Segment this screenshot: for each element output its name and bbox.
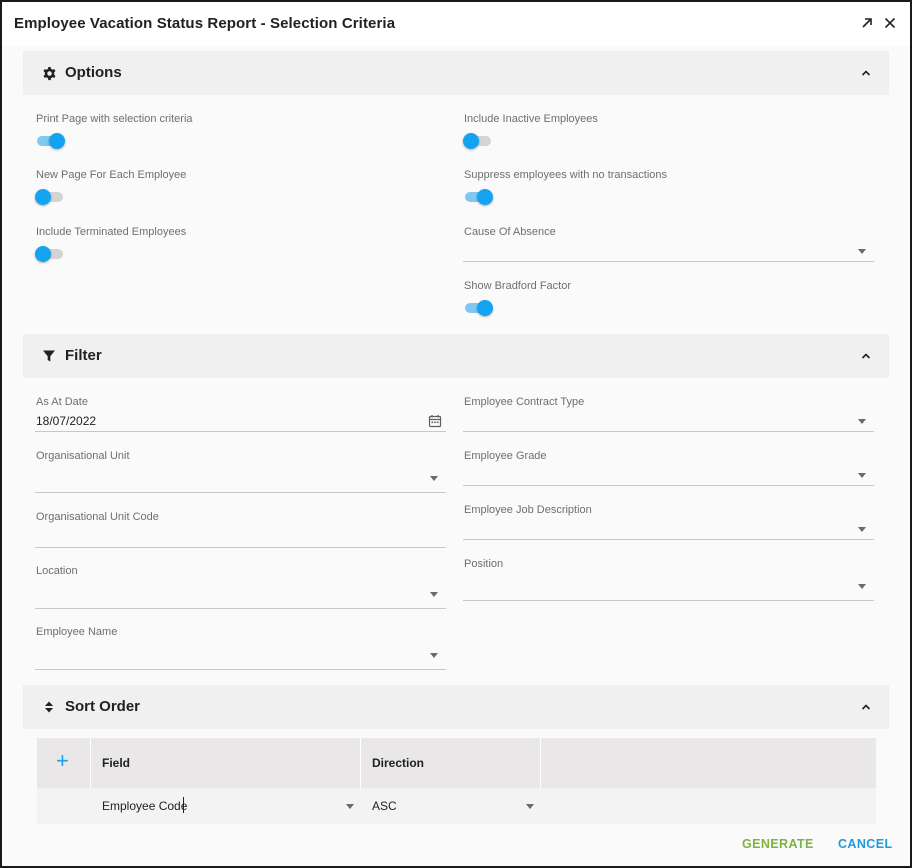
grade-label: Employee Grade (464, 450, 547, 462)
include-terminated-toggle[interactable] (35, 243, 65, 263)
close-icon[interactable] (880, 13, 900, 33)
sort-grid-header: + Field Direction (37, 738, 876, 788)
employee-name-label: Employee Name (36, 626, 118, 638)
dialog-title: Employee Vacation Status Report - Select… (14, 15, 396, 32)
direction-column-header[interactable]: Direction (372, 756, 424, 770)
filter-section-header[interactable]: Filter (23, 334, 889, 378)
include-inactive-toggle[interactable] (463, 130, 493, 150)
arrow-up-right-icon[interactable] (857, 13, 877, 33)
dialog-title-bar: Employee Vacation Status Report - Select… (2, 2, 910, 46)
new-page-label: New Page For Each Employee (36, 169, 187, 181)
gear-icon (41, 65, 57, 81)
print-page-label: Print Page with selection criteria (36, 113, 193, 125)
grade-dropdown-arrow[interactable] (858, 473, 866, 478)
new-page-toggle[interactable] (35, 186, 65, 206)
filter-icon (41, 348, 57, 364)
suppress-no-transactions-label: Suppress employees with no transactions (464, 169, 667, 181)
include-terminated-label: Include Terminated Employees (36, 226, 187, 238)
job-description-label: Employee Job Description (464, 504, 592, 516)
generate-button[interactable]: GENERATE (742, 837, 814, 851)
contract-type-select[interactable] (463, 431, 874, 432)
options-title: Options (65, 64, 122, 81)
print-page-toggle[interactable] (35, 130, 65, 150)
job-description-select[interactable] (463, 539, 874, 540)
position-label: Position (464, 558, 504, 570)
cause-of-absence-label: Cause Of Absence (464, 226, 556, 238)
report-dialog: Employee Vacation Status Report - Select… (0, 0, 912, 868)
chevron-up-icon[interactable] (859, 700, 873, 714)
sort-direction-value[interactable]: ASC (372, 799, 397, 813)
location-select[interactable] (35, 608, 446, 609)
field-column-header[interactable]: Field (102, 756, 130, 770)
text-cursor (183, 797, 184, 813)
table-row: Employee Code ASC (37, 788, 876, 824)
sort-field-value[interactable]: Employee Code (102, 799, 187, 813)
column-divider (90, 738, 91, 788)
column-divider (360, 738, 361, 788)
add-sort-button[interactable]: + (56, 750, 69, 772)
org-unit-dropdown-arrow[interactable] (430, 476, 438, 481)
sort-order-title: Sort Order (65, 698, 141, 715)
job-description-dropdown-arrow[interactable] (858, 527, 866, 532)
employee-name-dropdown-arrow[interactable] (430, 653, 438, 658)
chevron-up-icon[interactable] (859, 66, 873, 80)
sort-field-dropdown-arrow[interactable] (346, 804, 354, 809)
sort-order-grid: + Field Direction Employee Code ASC (37, 738, 876, 824)
options-section-header[interactable]: Options (23, 51, 889, 95)
org-unit-select[interactable] (35, 492, 446, 493)
show-bradford-label: Show Bradford Factor (464, 280, 571, 292)
include-inactive-label: Include Inactive Employees (464, 113, 598, 125)
as-at-date-value[interactable]: 18/07/2022 (36, 414, 96, 428)
org-unit-label: Organisational Unit (36, 450, 130, 462)
cause-of-absence-select[interactable] (463, 261, 874, 262)
sort-order-section-header[interactable]: Sort Order (23, 685, 889, 729)
as-at-date-label: As At Date (36, 396, 88, 408)
location-dropdown-arrow[interactable] (430, 592, 438, 597)
as-at-date-input[interactable] (35, 431, 446, 432)
contract-type-label: Employee Contract Type (464, 396, 585, 408)
employee-name-select[interactable] (35, 669, 446, 670)
cause-of-absence-dropdown-arrow[interactable] (858, 249, 866, 254)
position-select[interactable] (463, 600, 874, 601)
grade-select[interactable] (463, 485, 874, 486)
chevron-up-icon[interactable] (859, 349, 873, 363)
contract-type-dropdown-arrow[interactable] (858, 419, 866, 424)
sort-icon (41, 699, 57, 715)
filter-title: Filter (65, 347, 102, 364)
sort-direction-dropdown-arrow[interactable] (526, 804, 534, 809)
org-unit-code-input[interactable] (35, 547, 446, 548)
show-bradford-toggle[interactable] (463, 297, 493, 317)
cancel-button[interactable]: CANCEL (838, 837, 892, 851)
suppress-no-transactions-toggle[interactable] (463, 186, 493, 206)
position-dropdown-arrow[interactable] (858, 584, 866, 589)
org-unit-code-label: Organisational Unit Code (36, 511, 159, 523)
column-divider (540, 738, 541, 788)
location-label: Location (36, 565, 78, 577)
calendar-icon[interactable] (428, 414, 442, 428)
